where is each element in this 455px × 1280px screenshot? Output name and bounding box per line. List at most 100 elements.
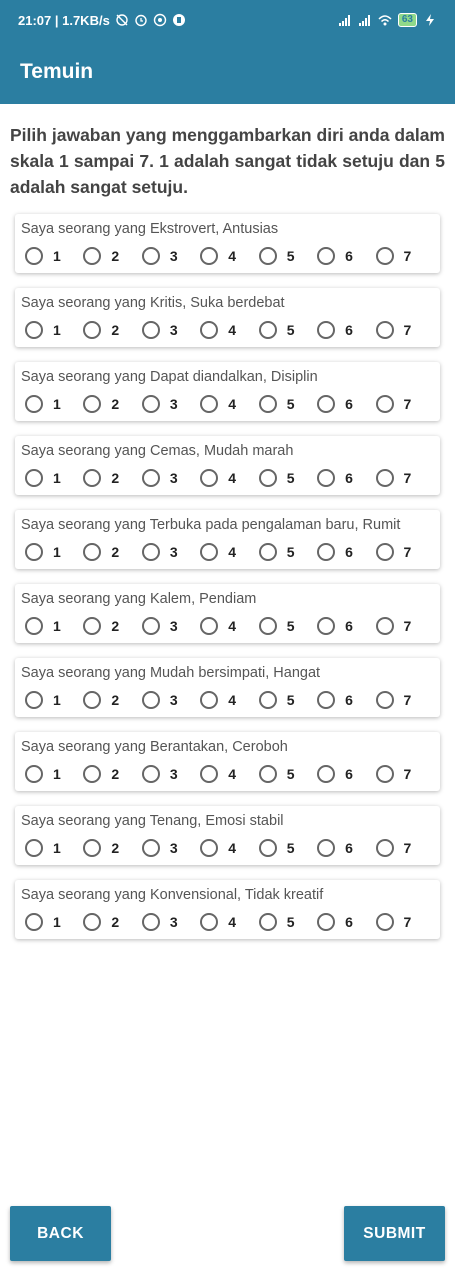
radio-button[interactable] bbox=[25, 839, 43, 857]
radio-option[interactable]: 3 bbox=[141, 839, 200, 857]
radio-option[interactable]: 2 bbox=[83, 691, 141, 709]
radio-option[interactable]: 6 bbox=[317, 543, 375, 561]
radio-option[interactable]: 6 bbox=[317, 765, 375, 783]
radio-button[interactable] bbox=[317, 469, 336, 487]
back-button[interactable]: BACK bbox=[10, 1206, 111, 1261]
radio-button[interactable] bbox=[83, 247, 102, 265]
radio-button[interactable] bbox=[141, 395, 160, 413]
radio-option[interactable]: 7 bbox=[375, 395, 434, 413]
radio-button[interactable] bbox=[83, 395, 102, 413]
radio-option[interactable]: 1 bbox=[25, 617, 83, 635]
radio-button[interactable] bbox=[200, 469, 219, 487]
radio-option[interactable]: 5 bbox=[258, 913, 317, 931]
radio-button[interactable] bbox=[25, 321, 43, 339]
radio-button[interactable] bbox=[375, 469, 394, 487]
radio-option[interactable]: 4 bbox=[200, 913, 258, 931]
radio-option[interactable]: 1 bbox=[25, 469, 83, 487]
radio-button[interactable] bbox=[83, 617, 102, 635]
radio-option[interactable]: 7 bbox=[375, 617, 434, 635]
radio-option[interactable]: 5 bbox=[258, 321, 317, 339]
radio-button[interactable] bbox=[258, 543, 277, 561]
radio-option[interactable]: 3 bbox=[141, 247, 200, 265]
radio-button[interactable] bbox=[258, 691, 277, 709]
radio-button[interactable] bbox=[375, 617, 394, 635]
radio-option[interactable]: 1 bbox=[25, 691, 83, 709]
radio-button[interactable] bbox=[317, 839, 336, 857]
radio-option[interactable]: 7 bbox=[375, 543, 434, 561]
radio-button[interactable] bbox=[200, 543, 219, 561]
radio-button[interactable] bbox=[25, 469, 43, 487]
radio-option[interactable]: 6 bbox=[317, 469, 375, 487]
radio-option[interactable]: 4 bbox=[200, 321, 258, 339]
radio-button[interactable] bbox=[141, 617, 160, 635]
radio-option[interactable]: 2 bbox=[83, 543, 141, 561]
radio-option[interactable]: 7 bbox=[375, 321, 434, 339]
radio-button[interactable] bbox=[25, 247, 43, 265]
radio-option[interactable]: 4 bbox=[200, 469, 258, 487]
radio-button[interactable] bbox=[83, 321, 102, 339]
radio-option[interactable]: 2 bbox=[83, 321, 141, 339]
radio-option[interactable]: 3 bbox=[141, 617, 200, 635]
radio-button[interactable] bbox=[200, 395, 219, 413]
radio-option[interactable]: 3 bbox=[141, 321, 200, 339]
radio-option[interactable]: 5 bbox=[258, 469, 317, 487]
radio-button[interactable] bbox=[200, 247, 219, 265]
radio-button[interactable] bbox=[375, 395, 394, 413]
radio-button[interactable] bbox=[258, 395, 277, 413]
radio-option[interactable]: 6 bbox=[317, 247, 375, 265]
radio-button[interactable] bbox=[200, 691, 219, 709]
radio-option[interactable]: 7 bbox=[375, 765, 434, 783]
radio-button[interactable] bbox=[200, 839, 219, 857]
radio-button[interactable] bbox=[200, 321, 219, 339]
radio-button[interactable] bbox=[83, 691, 102, 709]
radio-option[interactable]: 4 bbox=[200, 543, 258, 561]
radio-option[interactable]: 3 bbox=[141, 691, 200, 709]
radio-button[interactable] bbox=[25, 617, 43, 635]
radio-option[interactable]: 1 bbox=[25, 913, 83, 931]
radio-button[interactable] bbox=[375, 839, 394, 857]
radio-button[interactable] bbox=[25, 691, 43, 709]
radio-option[interactable]: 2 bbox=[83, 247, 141, 265]
radio-button[interactable] bbox=[83, 765, 102, 783]
radio-button[interactable] bbox=[258, 765, 277, 783]
radio-option[interactable]: 5 bbox=[258, 395, 317, 413]
radio-option[interactable]: 6 bbox=[317, 617, 375, 635]
radio-option[interactable]: 3 bbox=[141, 913, 200, 931]
radio-button[interactable] bbox=[317, 913, 336, 931]
radio-option[interactable]: 6 bbox=[317, 691, 375, 709]
radio-option[interactable]: 2 bbox=[83, 913, 141, 931]
radio-option[interactable]: 4 bbox=[200, 395, 258, 413]
radio-button[interactable] bbox=[258, 617, 277, 635]
radio-button[interactable] bbox=[25, 913, 43, 931]
radio-option[interactable]: 5 bbox=[258, 691, 317, 709]
radio-button[interactable] bbox=[141, 469, 160, 487]
radio-option[interactable]: 5 bbox=[258, 543, 317, 561]
radio-button[interactable] bbox=[317, 543, 336, 561]
radio-button[interactable] bbox=[83, 839, 102, 857]
radio-option[interactable]: 4 bbox=[200, 691, 258, 709]
radio-button[interactable] bbox=[83, 543, 102, 561]
radio-button[interactable] bbox=[141, 913, 160, 931]
radio-button[interactable] bbox=[141, 691, 160, 709]
radio-option[interactable]: 1 bbox=[25, 321, 83, 339]
radio-button[interactable] bbox=[141, 839, 160, 857]
radio-option[interactable]: 4 bbox=[200, 839, 258, 857]
radio-button[interactable] bbox=[258, 839, 277, 857]
radio-option[interactable]: 4 bbox=[200, 765, 258, 783]
radio-button[interactable] bbox=[258, 321, 277, 339]
radio-button[interactable] bbox=[375, 247, 394, 265]
radio-option[interactable]: 5 bbox=[258, 765, 317, 783]
radio-option[interactable]: 2 bbox=[83, 839, 141, 857]
radio-button[interactable] bbox=[317, 395, 336, 413]
radio-option[interactable]: 2 bbox=[83, 469, 141, 487]
radio-button[interactable] bbox=[375, 543, 394, 561]
radio-option[interactable]: 1 bbox=[25, 247, 83, 265]
radio-button[interactable] bbox=[375, 691, 394, 709]
radio-button[interactable] bbox=[375, 913, 394, 931]
radio-button[interactable] bbox=[258, 913, 277, 931]
radio-option[interactable]: 1 bbox=[25, 765, 83, 783]
radio-button[interactable] bbox=[258, 469, 277, 487]
radio-button[interactable] bbox=[200, 617, 219, 635]
radio-button[interactable] bbox=[317, 321, 336, 339]
radio-button[interactable] bbox=[83, 469, 102, 487]
